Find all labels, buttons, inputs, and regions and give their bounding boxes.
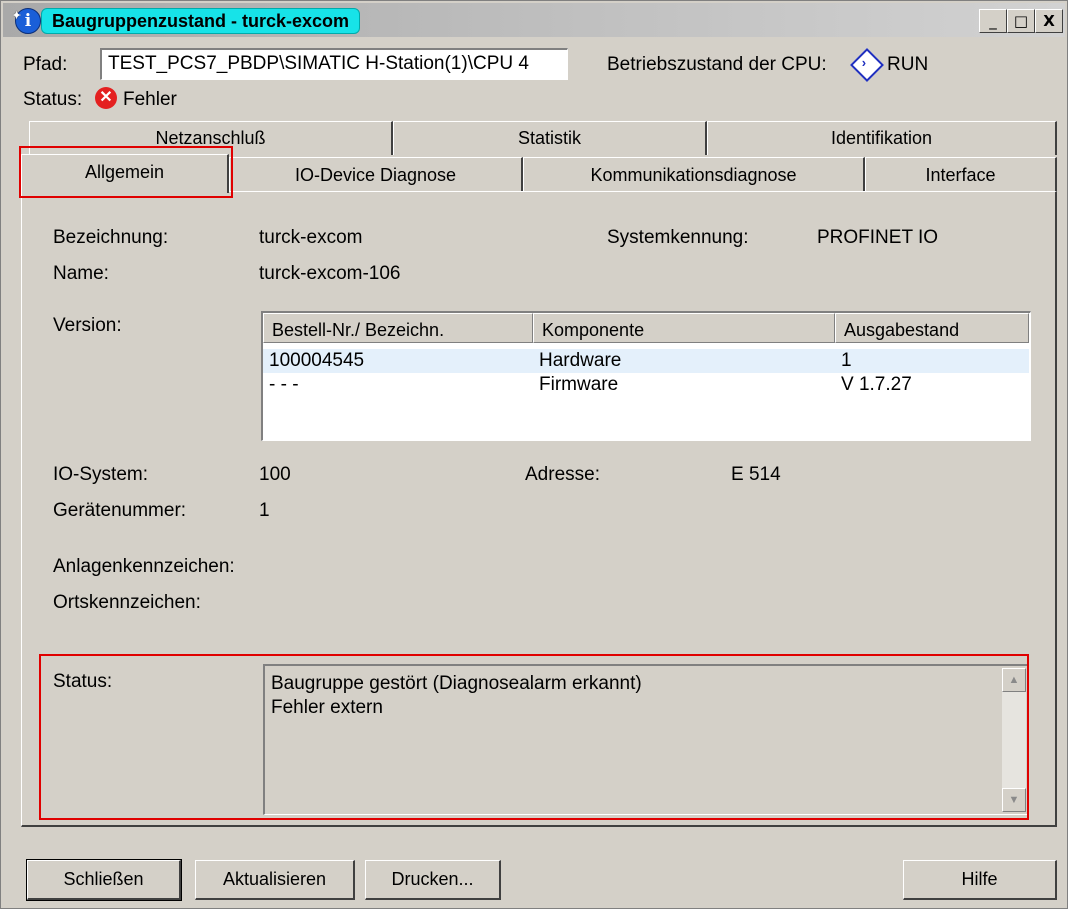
geraetenummer-label: Gerätenummer:	[53, 500, 187, 521]
name-value: turck-excom-106	[259, 263, 401, 284]
path-field[interactable]: TEST_PCS7_PBDP\SIMATIC H-Station(1)\CPU …	[100, 48, 568, 80]
window-title: Baugruppenzustand - turck-excom	[41, 8, 361, 34]
adresse-label: Adresse:	[525, 464, 600, 485]
version-table[interactable]: Bestell-Nr./ Bezeichn. Komponente Ausgab…	[261, 311, 1031, 441]
print-button[interactable]: Drucken...	[365, 860, 501, 900]
tab-label: Interface	[925, 165, 996, 185]
help-button[interactable]: Hilfe	[903, 860, 1057, 900]
table-cell: - - -	[269, 374, 299, 395]
version-label: Version:	[53, 315, 122, 336]
bezeichnung-label: Bezeichnung:	[53, 227, 169, 248]
table-row[interactable]: 100004545 Hardware 1	[263, 349, 1029, 373]
path-label: Pfad:	[23, 54, 68, 75]
tab-label: IO-Device Diagnose	[294, 165, 457, 185]
highlight-active-tab	[19, 146, 233, 198]
run-state-icon: ›	[850, 48, 884, 82]
tab-statistik[interactable]: Statistik	[393, 121, 707, 155]
tab-label: Kommunikationsdiagnose	[590, 165, 797, 185]
cpu-state-value: RUN	[887, 54, 929, 75]
name-label: Name:	[53, 263, 109, 284]
maximize-button[interactable]: □	[1007, 9, 1035, 33]
close-button[interactable]: Schließen	[26, 859, 182, 901]
status-header-label: Status:	[23, 89, 83, 110]
systemkennung-value: PROFINET IO	[817, 227, 939, 248]
tab-identifikation[interactable]: Identifikation	[707, 121, 1057, 155]
error-icon: ✕	[95, 87, 117, 109]
tab-label: Netzanschluß	[155, 128, 266, 148]
io-system-value: 100	[259, 464, 291, 485]
tab-label: Identifikation	[830, 128, 933, 148]
cpu-state-label: Betriebszustand der CPU:	[607, 54, 827, 75]
status-header-value: Fehler	[123, 89, 177, 110]
table-cell: Firmware	[539, 374, 619, 395]
tab-kommunikationsdiagnose[interactable]: Kommunikationsdiagnose	[523, 157, 865, 191]
table-row[interactable]: - - - Firmware V 1.7.27	[263, 373, 1029, 397]
highlight-status	[39, 654, 1029, 820]
table-cell: V 1.7.27	[841, 374, 912, 395]
tab-label: Statistik	[517, 128, 582, 148]
table-cell: 1	[841, 350, 852, 371]
tab-interface[interactable]: Interface	[865, 157, 1057, 191]
geraetenummer-value: 1	[259, 500, 270, 521]
minimize-button[interactable]: _	[979, 9, 1007, 33]
table-cell: 100004545	[269, 350, 365, 371]
adresse-value: E 514	[731, 464, 781, 485]
systemkennung-label: Systemkennung:	[607, 227, 749, 248]
refresh-button[interactable]: Aktualisieren	[195, 860, 355, 900]
table-cell: Hardware	[539, 350, 622, 371]
bezeichnung-value: turck-excom	[259, 227, 363, 248]
tab-io-device-diagnose[interactable]: IO-Device Diagnose	[229, 157, 523, 191]
anlagenkennzeichen-label: Anlagenkennzeichen:	[53, 556, 235, 577]
io-system-label: IO-System:	[53, 464, 149, 485]
dialog-window: ✦ i Baugruppenzustand - turck-excom _ □ X…	[0, 0, 1068, 909]
column-header-bestell-nr[interactable]: Bestell-Nr./ Bezeichn.	[263, 313, 533, 343]
column-header-ausgabestand[interactable]: Ausgabestand	[835, 313, 1029, 343]
ortskennzeichen-label: Ortskennzeichen:	[53, 592, 201, 613]
title-bar[interactable]: ✦ i Baugruppenzustand - turck-excom _ □ X	[3, 3, 1065, 37]
close-window-button[interactable]: X	[1035, 9, 1063, 33]
column-header-komponente[interactable]: Komponente	[533, 313, 835, 343]
info-icon: ✦ i	[12, 8, 41, 34]
